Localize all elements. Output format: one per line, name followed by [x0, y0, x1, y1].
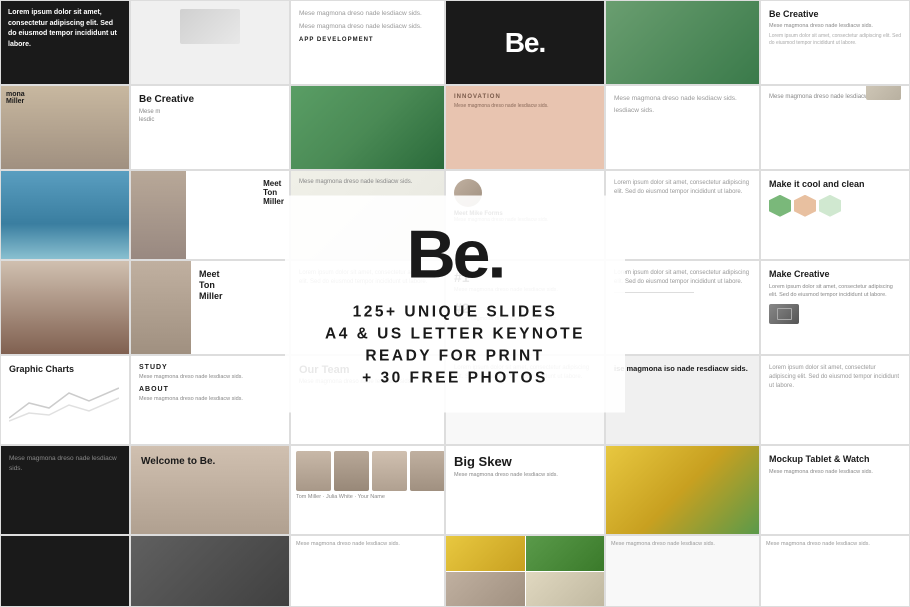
- meet-tom-label: MeetTonMiller: [263, 179, 284, 206]
- feature-2: A4 & US LETTER KEYNOTE: [320, 325, 590, 343]
- make-cool-title: Make it cool and clean: [769, 179, 901, 190]
- slide-make-creative: Make Creative Lorem ipsum dolor sit amet…: [760, 260, 910, 355]
- slide-minimal-2: Lorem ipsum dolor sit amet, consectetur …: [605, 260, 760, 355]
- main-logo: Be.: [320, 220, 590, 288]
- big-skew-subtitle: Mese magmona dreso nade lesdiacw sids.: [454, 472, 596, 480]
- dark-magmona-text: Mese magmona dreso nade lesdiacw sids.: [9, 454, 121, 474]
- white-bottom-text: Mese magmona dreso nade lesdiacw sids.: [291, 536, 444, 552]
- tom-miller-title: MeetTonMiller: [199, 269, 281, 301]
- be-logo-dark: Be.: [505, 27, 546, 59]
- minimal-bottom-text: Mese magmona dreso nade lesdiacw sids.: [606, 536, 759, 552]
- slide-cell-3: Mese magmona dreso nade lesdiacw sids. M…: [290, 0, 445, 85]
- slide-study-about: STUDY Mese magmona dreso nade lesdiacw s…: [130, 355, 290, 445]
- be-creative-title-main: Be Creative: [139, 94, 281, 105]
- slide-ise-magmona: ise magmona iso nade resdiacw sids.: [605, 355, 760, 445]
- slide-cell-4: Be.: [445, 0, 605, 85]
- be-creative-subtitle-1: Mese magmona dreso nade lesdiacw sids.: [769, 22, 901, 30]
- slide-white-bottom: Mese magmona dreso nade lesdiacw sids.: [290, 535, 445, 607]
- slide-white-shapes: Mese magmona dreso nade lesdiacw sids.: [760, 85, 910, 170]
- slide-mockup: Mockup Tablet & Watch Mese magmona dreso…: [760, 445, 910, 535]
- slide-minimal-bottom: Mese magmona dreso nade lesdiacw sids.: [605, 535, 760, 607]
- welcome-title: Welcome to Be.: [141, 456, 279, 468]
- slide-team-photos: Tom Miller · Julia White · Your Name: [290, 445, 445, 535]
- feature-3: READY FOR PRINT: [320, 347, 590, 365]
- about-label: ABOUT: [139, 386, 281, 393]
- mese-text-2: lesdiacw sids.: [614, 106, 751, 116]
- be-creative-body-1: Lorem ipsum dolor sit amet, consectetur …: [769, 33, 901, 47]
- slide-tom-miller: MeetTonMiller: [130, 260, 290, 355]
- slide-welcome: Welcome to Be.: [130, 445, 290, 535]
- slide-cell-5: [605, 0, 760, 85]
- slide-teal-photo: [0, 170, 130, 260]
- mese-text-1: Mese magmona dreso nade lesdiacw sids.: [614, 94, 751, 104]
- slide-dark-bottom-1: [0, 535, 130, 607]
- app-dev-label: APP DEVELOPMENT: [299, 37, 436, 43]
- slide-laptop-photo: [130, 535, 290, 607]
- feature-4: + 30 FREE PHOTOS: [320, 369, 590, 387]
- slide-mese-magmona: Mese magmona dreso nade lesdiacw sids. l…: [605, 85, 760, 170]
- slide-peach: INNOVATION Mese magmona dreso nade lesdi…: [445, 85, 605, 170]
- study-body: Mese magmona dreso nade lesdiacw sids.: [139, 374, 281, 380]
- slide-make-cool: Make it cool and clean: [760, 170, 910, 260]
- white-bottom-right-text: Mese magmona dreso nade lesdiacw sids.: [761, 536, 909, 552]
- about-body: Mese magmona dreso nade lesdiacw sids.: [139, 396, 281, 402]
- mona-miller-label: monaMiller: [6, 91, 124, 105]
- be-creative-title-1: Be Creative: [769, 9, 901, 19]
- slide-dark-text: Lorem ipsum dolor sit amet, consectetur …: [8, 8, 122, 50]
- feature-1: 125+ UNIQUE SLIDES: [320, 303, 590, 321]
- peach-body: Mese magmona dreso nade lesdiacw sids.: [454, 103, 596, 110]
- minimal-2-text: Lorem ipsum dolor sit amet, consectetur …: [614, 269, 751, 287]
- slide-minimal-white: Lorem ipsum dolor sit amet, consectetur …: [605, 170, 760, 260]
- innovation-text: INNOVATION: [454, 94, 596, 100]
- mockup-body: Mese magmona dreso nade lesdiacw sids.: [769, 469, 901, 475]
- slide-graphic-charts: Graphic Charts: [0, 355, 130, 445]
- slide-cell-1: Lorem ipsum dolor sit amet, consectetur …: [0, 0, 130, 85]
- slide-cell-be-creative-right: Be Creative Mese magmona dreso nade lesd…: [760, 0, 910, 85]
- mockup-title: Mockup Tablet & Watch: [769, 454, 901, 466]
- minimal-text: Lorem ipsum dolor sit amet, consectetur …: [614, 179, 751, 197]
- slide-pineapple: [605, 445, 760, 535]
- floral-text: Mese magmona dreso nade lesdiacw sids.: [291, 171, 444, 193]
- slide-person-floral: MeetTonMiller: [130, 170, 290, 260]
- slide-cell-2: [130, 0, 290, 85]
- slide-white-bottom-right: Mese magmona dreso nade lesdiacw sids.: [760, 535, 910, 607]
- slide-fashion-person: [0, 260, 130, 355]
- make-creative-title: Make Creative: [769, 269, 901, 279]
- make-creative-body: Lorem ipsum dolor sit amet, consectetur …: [769, 284, 901, 299]
- be-creative-subtitle-main: Mese mlesdic: [139, 108, 281, 125]
- study-label: STUDY: [139, 364, 281, 371]
- ise-magmona-text: ise magmona iso nade resdiacw sids.: [614, 364, 751, 374]
- slide-person-photo-1: monaMiller: [0, 85, 130, 170]
- slide-pineapple-bottom: [445, 535, 605, 607]
- slide-white-minimal-right: Lorem ipsum dolor sit amet, consectetur …: [760, 355, 910, 445]
- slide-big-skew: Big Skew Mese magmona dreso nade lesdiac…: [445, 445, 605, 535]
- slide-plant-photo: [290, 85, 445, 170]
- slide-lorem-2: Mese magmona dreso nade lesdiacw sids.: [299, 22, 436, 32]
- team-names: Tom Miller · Julia White · Your Name: [296, 494, 439, 500]
- fashion-label: [1, 261, 129, 271]
- slide-be-creative-main: Be Creative Mese mlesdic: [130, 85, 290, 170]
- big-skew-title: Big Skew: [454, 454, 596, 469]
- white-minimal-right-text: Lorem ipsum dolor sit amet, consectetur …: [769, 364, 901, 391]
- main-container: Lorem ipsum dolor sit amet, consectetur …: [0, 0, 910, 607]
- slide-dark-magmona: Mese magmona dreso nade lesdiacw sids.: [0, 445, 130, 535]
- laptop-text: [131, 536, 289, 546]
- graphic-charts-title: Graphic Charts: [9, 364, 121, 375]
- center-overlay: Be. 125+ UNIQUE SLIDES A4 & US LETTER KE…: [285, 195, 625, 412]
- slide-lorem-1: Mese magmona dreso nade lesdiacw sids.: [299, 9, 436, 19]
